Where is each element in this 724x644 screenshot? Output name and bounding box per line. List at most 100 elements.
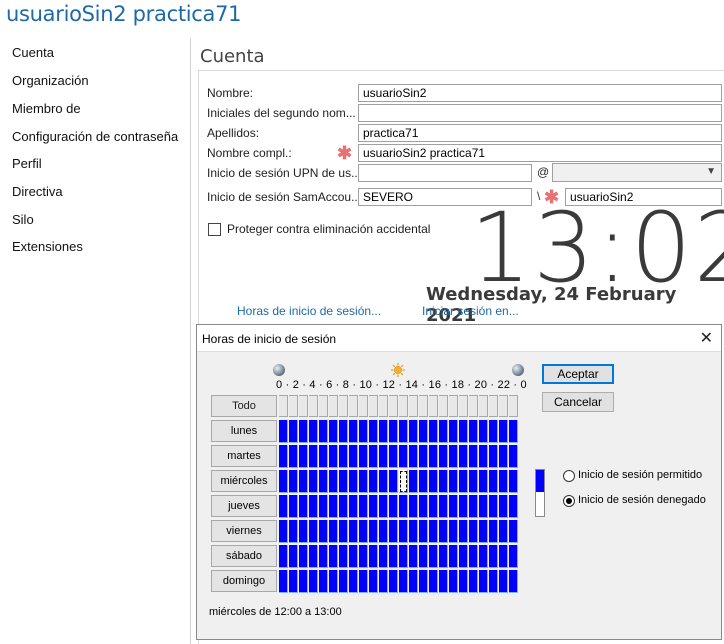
hour-cell[interactable] xyxy=(389,520,398,543)
hour-cell[interactable] xyxy=(459,470,468,493)
hour-cell[interactable] xyxy=(499,445,508,468)
hour-cell[interactable] xyxy=(329,420,338,443)
day-row-header[interactable]: sábado xyxy=(211,545,277,567)
hour-cell[interactable] xyxy=(449,495,458,518)
hour-cell[interactable] xyxy=(419,420,428,443)
sidebar-item-miembro-de[interactable]: Miembro de xyxy=(12,101,81,116)
hour-column-header[interactable] xyxy=(469,395,478,417)
hour-cell[interactable] xyxy=(279,420,288,443)
logon-hours-link[interactable]: Horas de inicio de sesión... xyxy=(237,304,381,318)
hour-cell[interactable] xyxy=(459,495,468,518)
hour-cell[interactable] xyxy=(419,495,428,518)
hour-cell[interactable] xyxy=(429,545,438,568)
hour-cell[interactable] xyxy=(439,470,448,493)
upn-field[interactable] xyxy=(358,164,532,182)
hour-cell[interactable] xyxy=(429,470,438,493)
hour-cell[interactable] xyxy=(489,470,498,493)
hour-cell[interactable] xyxy=(399,570,408,593)
hour-cell[interactable] xyxy=(309,420,318,443)
hour-cell[interactable] xyxy=(349,495,358,518)
close-icon[interactable]: ✕ xyxy=(700,328,713,348)
hour-cell[interactable] xyxy=(479,495,488,518)
hour-cell[interactable] xyxy=(349,520,358,543)
hour-cell[interactable] xyxy=(409,520,418,543)
hour-cell[interactable] xyxy=(289,570,298,593)
hour-cell[interactable] xyxy=(389,445,398,468)
hour-cell[interactable] xyxy=(459,445,468,468)
iniciales-field[interactable] xyxy=(358,104,722,122)
hour-cell[interactable] xyxy=(379,495,388,518)
hour-cell[interactable] xyxy=(419,470,428,493)
hour-cell[interactable] xyxy=(429,445,438,468)
sidebar-item-silo[interactable]: Silo xyxy=(12,212,34,227)
hour-cell[interactable] xyxy=(509,545,518,568)
hour-cell[interactable] xyxy=(289,470,298,493)
hour-cell[interactable] xyxy=(359,545,368,568)
hour-cell[interactable] xyxy=(329,570,338,593)
hour-cell[interactable] xyxy=(489,545,498,568)
hour-column-header[interactable] xyxy=(319,395,328,417)
hour-column-header[interactable] xyxy=(349,395,358,417)
hour-cell[interactable] xyxy=(509,570,518,593)
hour-column-header[interactable] xyxy=(399,395,408,417)
protect-checkbox[interactable] xyxy=(208,223,221,236)
hour-cell[interactable] xyxy=(409,420,418,443)
hour-cell[interactable] xyxy=(359,570,368,593)
hour-cell[interactable] xyxy=(299,420,308,443)
hour-cell[interactable] xyxy=(419,520,428,543)
sidebar-item-cuenta[interactable]: Cuenta xyxy=(12,45,54,60)
hour-cell[interactable] xyxy=(499,545,508,568)
hour-column-header[interactable] xyxy=(379,395,388,417)
day-row-header[interactable]: jueves xyxy=(211,495,277,517)
hour-cell[interactable] xyxy=(399,545,408,568)
day-row-header[interactable]: martes xyxy=(211,445,277,467)
hour-cell[interactable] xyxy=(499,495,508,518)
hour-cell[interactable] xyxy=(469,495,478,518)
hour-cell[interactable] xyxy=(289,520,298,543)
hour-cell[interactable] xyxy=(439,445,448,468)
hour-cell[interactable] xyxy=(299,520,308,543)
hour-cell[interactable] xyxy=(459,420,468,443)
hour-cell[interactable] xyxy=(279,470,288,493)
hour-cell[interactable] xyxy=(339,420,348,443)
hour-cell[interactable] xyxy=(489,570,498,593)
hour-cell[interactable] xyxy=(359,470,368,493)
hour-cell[interactable] xyxy=(499,420,508,443)
radio-permitted[interactable] xyxy=(563,470,575,482)
hour-cell[interactable] xyxy=(429,495,438,518)
hour-cell[interactable] xyxy=(349,545,358,568)
hour-column-header[interactable] xyxy=(369,395,378,417)
select-all-button[interactable]: Todo xyxy=(211,395,277,417)
hour-cell[interactable] xyxy=(449,570,458,593)
hour-cell[interactable] xyxy=(339,470,348,493)
hour-cell[interactable] xyxy=(439,520,448,543)
hour-cell[interactable] xyxy=(349,445,358,468)
hour-cell[interactable] xyxy=(379,520,388,543)
hour-cell[interactable] xyxy=(369,520,378,543)
hour-cell[interactable] xyxy=(409,445,418,468)
hour-cell[interactable] xyxy=(309,495,318,518)
hour-cell[interactable] xyxy=(359,420,368,443)
hour-cell[interactable] xyxy=(469,570,478,593)
hour-cell[interactable] xyxy=(509,470,518,493)
hour-cell[interactable] xyxy=(449,445,458,468)
sidebar-item-organizacion[interactable]: Organización xyxy=(12,73,89,88)
hour-cell[interactable] xyxy=(359,495,368,518)
hour-column-header[interactable] xyxy=(499,395,508,417)
hour-cell[interactable] xyxy=(329,445,338,468)
hour-cell[interactable] xyxy=(389,420,398,443)
hour-cell[interactable] xyxy=(339,445,348,468)
hour-cell[interactable] xyxy=(379,445,388,468)
hour-cell[interactable] xyxy=(279,570,288,593)
hour-cell[interactable] xyxy=(399,520,408,543)
hour-cell[interactable] xyxy=(359,520,368,543)
logon-to-link[interactable]: Iniciar sesión en... xyxy=(422,304,519,318)
hour-column-header[interactable] xyxy=(509,395,518,417)
hour-cell[interactable] xyxy=(489,495,498,518)
hour-cell[interactable] xyxy=(329,545,338,568)
hour-cell[interactable] xyxy=(509,420,518,443)
hour-cell[interactable] xyxy=(399,445,408,468)
hour-column-header[interactable] xyxy=(479,395,488,417)
hour-cell[interactable] xyxy=(389,470,398,493)
day-row-header[interactable]: lunes xyxy=(211,420,277,442)
